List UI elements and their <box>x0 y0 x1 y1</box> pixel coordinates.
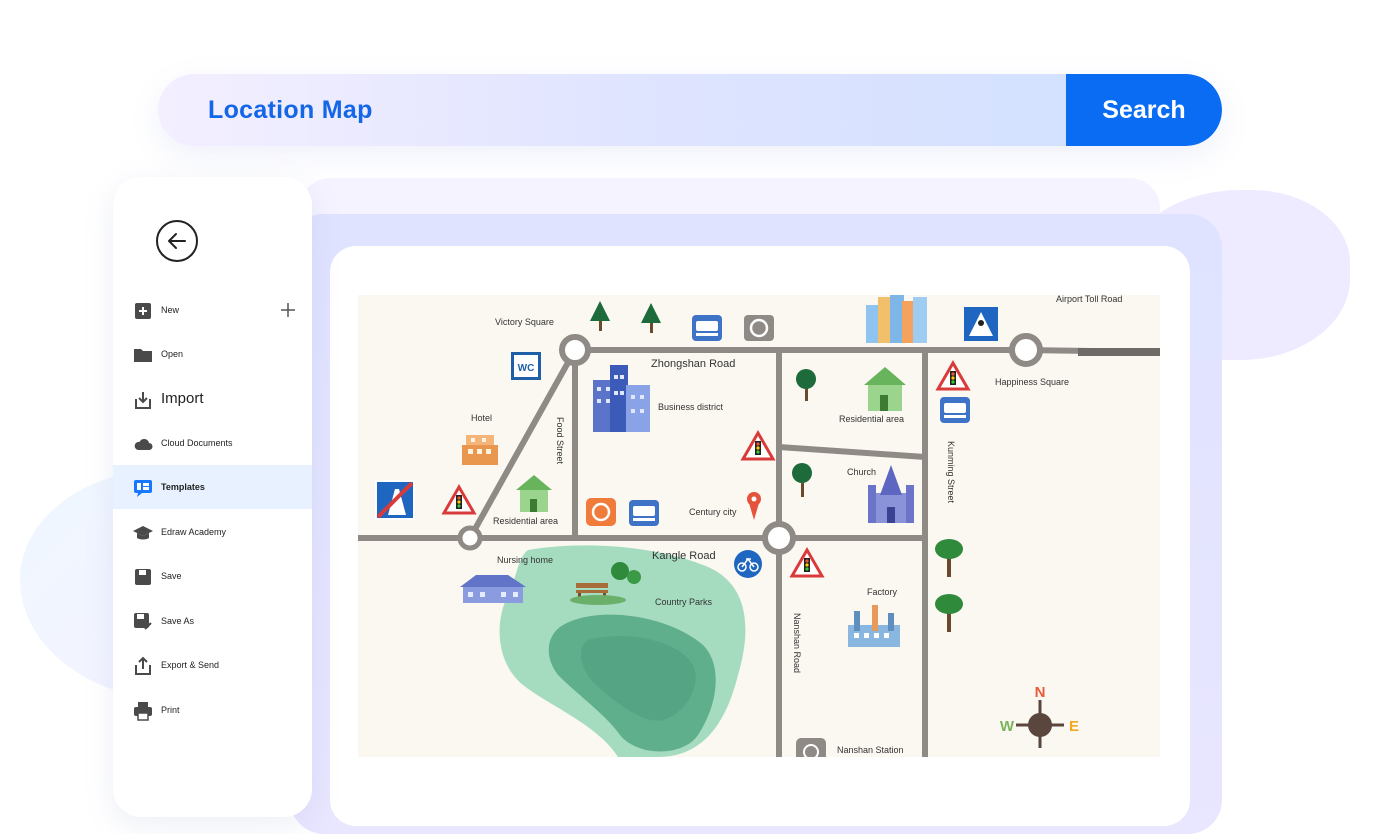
search-bar[interactable]: Location Map Search <box>158 74 1222 146</box>
plus-icon[interactable] <box>278 300 298 320</box>
folder-icon <box>134 349 152 362</box>
arrow-left-icon <box>168 233 186 249</box>
menu-item-label: Edraw Academy <box>161 527 227 537</box>
menu-item-templates[interactable]: Templates <box>113 465 312 509</box>
menu-item-save[interactable]: Save <box>113 554 312 598</box>
map-label-residential-area-top: Residential area <box>839 414 904 424</box>
tree-icon <box>641 303 661 333</box>
templates-icon <box>134 480 152 497</box>
map-label-nanshan-station: Nanshan Station <box>837 745 904 755</box>
compass-rose-icon: N W E <box>1000 684 1079 748</box>
menu-item-label: Templates <box>161 482 205 492</box>
wc-label: WC <box>518 363 535 374</box>
pedestrian-crossing-sign-icon <box>964 307 998 341</box>
factory-building-icon <box>848 605 900 647</box>
roundabout-kangle <box>762 521 796 555</box>
new-icon <box>135 303 151 319</box>
menu-item-edraw-academy[interactable]: Edraw Academy <box>113 510 312 554</box>
no-highway-sign-icon <box>375 480 415 520</box>
menu-item-open[interactable]: Open <box>113 332 312 376</box>
academy-icon <box>133 526 153 540</box>
palm-tree-icon <box>935 539 963 577</box>
traffic-light-sign-icon <box>441 483 477 515</box>
menu-item-import[interactable]: Import <box>113 377 312 421</box>
business-district-building-icon <box>593 365 650 432</box>
menu-item-save-as[interactable]: Save As <box>113 599 312 643</box>
map-label-food-street: Food Street <box>555 417 565 465</box>
print-icon <box>134 702 152 721</box>
hotel-building-icon <box>462 435 498 465</box>
map-label-airport-toll-road: Airport Toll Road <box>1056 295 1122 304</box>
menu-item-label: Save As <box>161 616 195 626</box>
traffic-light-sign-icon <box>935 359 971 391</box>
compass-east-label: E <box>1069 718 1079 735</box>
map-label-nanshan-road: Nanshan Road <box>792 613 802 673</box>
map-label-nursing-home: Nursing home <box>497 555 553 565</box>
palm-tree-icon <box>935 594 963 632</box>
tree-icon <box>590 301 610 331</box>
save-icon <box>135 569 151 585</box>
map-label-country-parks: Country Parks <box>655 597 713 607</box>
map-canvas: WC N W E Victory Square Zhongshan Road A… <box>358 295 1160 757</box>
map-label-kangle-road: Kangle Road <box>652 550 716 562</box>
menu-item-label: Cloud Documents <box>161 438 233 448</box>
station-sign-icon <box>796 738 826 757</box>
map-label-victory-square: Victory Square <box>495 317 554 327</box>
roundabout-happiness-square <box>1009 333 1043 367</box>
bus-stop-icon <box>692 315 722 341</box>
bus-stop-icon <box>940 397 970 423</box>
subway-sign-icon <box>744 315 774 341</box>
tree-icon <box>792 463 812 497</box>
map-label-zhongshan-road: Zhongshan Road <box>651 358 735 370</box>
map-label-business-district: Business district <box>658 402 724 412</box>
train-station-sign-icon <box>586 498 616 526</box>
search-button[interactable]: Search <box>1066 74 1222 146</box>
menu-item-print[interactable]: Print <box>113 688 312 732</box>
location-map: WC N W E Victory Square Zhongshan Road A… <box>358 295 1160 757</box>
residential-area-house-icon <box>864 367 906 411</box>
import-icon <box>135 392 151 409</box>
menu-item-cloud-documents[interactable]: Cloud Documents <box>113 421 312 465</box>
menu-item-label: Import <box>161 390 204 407</box>
menu-item-new[interactable]: New <box>113 288 312 332</box>
menu-item-label: Export & Send <box>161 660 220 670</box>
location-pin-icon <box>747 492 761 520</box>
bicycle-sign-icon <box>734 550 762 578</box>
map-label-factory: Factory <box>867 587 898 597</box>
back-button[interactable] <box>156 220 198 262</box>
tree-icon <box>796 369 816 401</box>
compass-west-label: W <box>1000 718 1015 735</box>
save-as-icon <box>134 613 152 630</box>
menu-item-export-send[interactable]: Export & Send <box>113 643 312 687</box>
cloud-icon <box>134 438 153 450</box>
map-label-church: Church <box>847 467 876 477</box>
map-label-hotel: Hotel <box>471 413 492 423</box>
menu-item-label: Save <box>161 571 182 581</box>
bus-stop-icon <box>629 500 659 526</box>
residential-area-house-icon <box>516 475 552 512</box>
search-input[interactable]: Location Map <box>208 74 373 146</box>
menu-item-label: Open <box>161 349 184 359</box>
map-label-residential-area-left: Residential area <box>493 516 558 526</box>
map-label-kunming-street: Kunming Street <box>946 441 956 504</box>
traffic-light-sign-icon <box>740 429 776 461</box>
compass-north-label: N <box>1035 684 1046 701</box>
file-menu-sidebar: New Open Import Cloud Documents Template… <box>113 177 312 817</box>
wc-sign-icon: WC <box>511 352 541 380</box>
skyline-building-icon <box>866 295 927 343</box>
menu-item-label: Print <box>161 705 180 715</box>
map-label-happiness-square: Happiness Square <box>995 377 1069 387</box>
roundabout-hotel <box>457 525 483 551</box>
export-icon <box>135 656 151 675</box>
menu-item-label: New <box>161 305 180 315</box>
roundabout-victory-square <box>559 334 591 366</box>
map-label-century-city: Century city <box>689 507 737 517</box>
traffic-light-sign-icon <box>789 546 825 578</box>
